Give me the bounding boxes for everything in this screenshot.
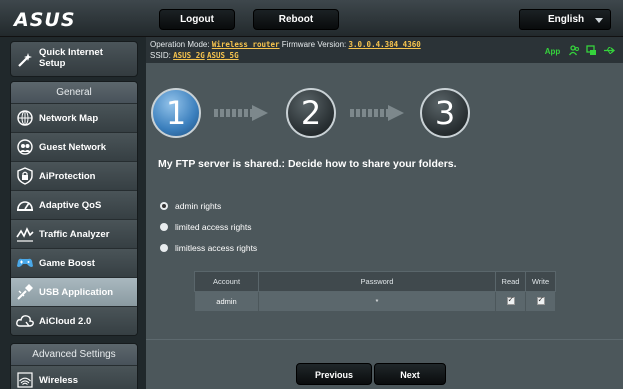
firmware-version-link[interactable]: 3.0.0.4.384_4360 <box>349 40 421 49</box>
sidebar-item-aiprotection[interactable]: AiProtection <box>11 161 137 190</box>
sidebar-item-label: AiProtection <box>39 171 96 182</box>
language-select[interactable]: English <box>519 9 611 30</box>
asus-logo: ASUS <box>14 9 76 31</box>
devices-icon[interactable] <box>586 45 597 56</box>
users-icon[interactable] <box>568 45 580 56</box>
top-bar: ASUS Logout Reboot English <box>0 0 623 37</box>
sidebar-item-label: Network Map <box>39 113 99 124</box>
ssid-info: SSID: ASUS_2G ASUS_5G <box>150 51 239 60</box>
language-label: English <box>548 14 585 25</box>
sidebar-item-network-map[interactable]: Network Map <box>11 103 137 132</box>
sidebar-item-label: Adaptive QoS <box>39 200 102 211</box>
read-cell <box>495 291 526 312</box>
status-icons: App <box>545 45 616 56</box>
advanced-settings-group: Advanced Settings Wireless <box>10 343 138 389</box>
sidebar-item-usb-application[interactable]: USB Application <box>11 277 137 306</box>
option-limitless-access-rights[interactable]: limitless access rights <box>160 243 257 253</box>
wizard-step-3: 3 <box>420 88 470 138</box>
write-cell <box>525 291 556 312</box>
option-limited-access-rights[interactable]: limited access rights <box>160 222 252 232</box>
radio-button[interactable] <box>160 223 168 231</box>
chevron-down-icon <box>595 18 603 23</box>
column-header-account: Account <box>194 271 259 292</box>
sidebar-item-label: Quick Internet Setup <box>39 47 103 69</box>
info-bar: Operation Mode: Wireless router Firmware… <box>146 37 623 63</box>
sidebar-item-label: AiCloud 2.0 <box>39 316 92 327</box>
main-panel: 1 2 3 My FTP server is shared.: Decide h… <box>146 63 623 389</box>
app-link[interactable]: App <box>545 47 561 56</box>
reboot-button[interactable]: Reboot <box>253 9 339 30</box>
column-header-password: Password <box>258 271 496 292</box>
wifi-icon <box>17 372 33 388</box>
read-checkbox[interactable] <box>506 295 515 305</box>
network-map-icon <box>17 110 33 126</box>
sidebar-item-label: Traffic Analyzer <box>39 229 110 240</box>
chart-icon <box>16 227 34 242</box>
table-row: admin * <box>194 291 556 312</box>
sidebar-item-label: Game Boost <box>39 258 95 269</box>
divider <box>146 339 623 340</box>
previous-button[interactable]: Previous <box>296 363 372 385</box>
option-admin-rights[interactable]: admin rights <box>160 201 221 211</box>
wizard-step-2: 2 <box>286 88 336 138</box>
step-arrow-icon <box>350 105 406 121</box>
wand-icon <box>18 53 32 67</box>
wizard-step-1: 1 <box>151 88 201 138</box>
sidebar-item-adaptive-qos[interactable]: Adaptive QoS <box>11 190 137 219</box>
column-header-read: Read <box>495 271 526 292</box>
sidebar-item-label: USB Application <box>39 287 114 298</box>
sidebar: Quick Internet Setup General Network Map… <box>0 37 146 389</box>
radio-button[interactable] <box>160 244 168 252</box>
gauge-icon <box>17 201 33 211</box>
ssid-5g-link[interactable]: ASUS_5G <box>207 51 239 60</box>
account-cell: admin <box>194 291 259 312</box>
ssid-2g-link[interactable]: ASUS_2G <box>173 51 205 60</box>
account-table: Account Password Read Write admin * <box>194 271 556 312</box>
general-group: General Network Map Guest Network AiProt… <box>10 81 138 336</box>
usb-icon <box>17 284 33 300</box>
operation-mode-link[interactable]: Wireless router <box>212 40 280 49</box>
radio-button[interactable] <box>160 202 168 210</box>
general-header: General <box>11 82 137 103</box>
sidebar-item-guest-network[interactable]: Guest Network <box>11 132 137 161</box>
sidebar-item-wireless[interactable]: Wireless <box>11 365 137 389</box>
sidebar-item-traffic-analyzer[interactable]: Traffic Analyzer <box>11 219 137 248</box>
gamepad-icon <box>17 258 33 267</box>
cloud-icon <box>16 315 34 327</box>
write-checkbox[interactable] <box>536 295 545 305</box>
sidebar-item-aicloud[interactable]: AiCloud 2.0 <box>11 306 137 335</box>
column-header-write: Write <box>525 271 556 292</box>
sidebar-item-game-boost[interactable]: Game Boost <box>11 248 137 277</box>
sidebar-item-label: Wireless <box>39 375 78 386</box>
page-title: My FTP server is shared.: Decide how to … <box>158 158 457 170</box>
next-button[interactable]: Next <box>374 363 446 385</box>
password-cell: * <box>258 291 496 312</box>
lock-icon <box>17 167 33 185</box>
logout-button[interactable]: Logout <box>159 9 235 30</box>
sidebar-item-quick-internet-setup[interactable]: Quick Internet Setup <box>10 41 138 77</box>
sidebar-item-label: Guest Network <box>39 142 107 153</box>
step-arrow-icon <box>214 105 270 121</box>
guest-network-icon <box>17 139 33 155</box>
advanced-settings-header: Advanced Settings <box>11 344 137 365</box>
operation-info: Operation Mode: Wireless router Firmware… <box>150 40 421 49</box>
usb-status-icon[interactable] <box>603 45 616 56</box>
table-header-row: Account Password Read Write <box>194 271 556 292</box>
